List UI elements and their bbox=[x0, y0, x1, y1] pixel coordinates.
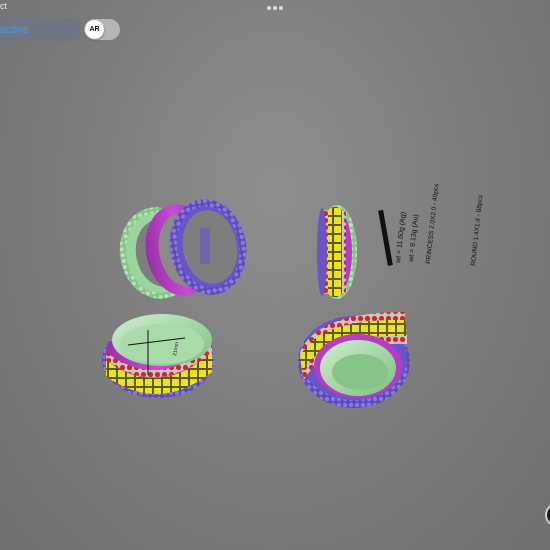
spec-line-1: wt = 11.60g (Ag) bbox=[395, 212, 407, 264]
spec-line-4: ROUND 1.4X1.4 - 88pcs bbox=[470, 194, 484, 266]
spec-line-2: wt = 9.13g (Au) bbox=[408, 214, 420, 263]
spec-line-3: PRINCESS 2.0X2.0 - 40pcs bbox=[425, 183, 440, 265]
model-viewport[interactable]: wt = 11.60g (Ag) wt = 9.13g (Au) PRINCES… bbox=[0, 0, 550, 550]
dimension-ring-model[interactable]: 21mm bbox=[102, 314, 214, 398]
exploded-ring-model[interactable] bbox=[113, 193, 254, 305]
perspective-ring-model[interactable] bbox=[298, 312, 410, 408]
side-view-ring-model[interactable] bbox=[317, 205, 357, 299]
spec-annotation: wt = 11.60g (Ag) wt = 9.13g (Au) PRINCES… bbox=[378, 183, 485, 266]
